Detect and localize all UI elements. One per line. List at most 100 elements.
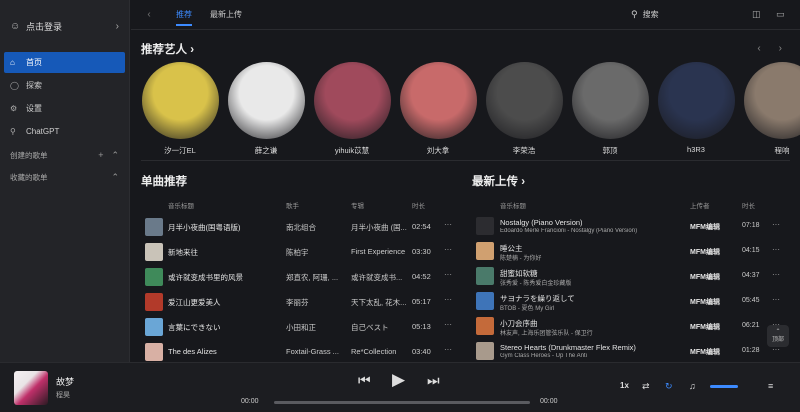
scroll-top-button[interactable]: ⌃ 顶部 xyxy=(767,325,789,347)
sidebar-item-home[interactable]: ⌂ 首页 xyxy=(4,52,125,73)
song-title: 言葉にできない xyxy=(168,323,221,332)
song-row[interactable]: The des Alizes Foxtail-Grass ... Re*Collec… xyxy=(141,343,461,362)
uploader[interactable]: MFM编辑 xyxy=(690,272,730,282)
next-icon[interactable]: › xyxy=(779,43,782,54)
artist-card[interactable]: 程响 xyxy=(743,62,800,156)
song-album[interactable]: 月半小夜曲 (国... xyxy=(351,222,411,233)
song-artist[interactable]: 郑直农, 阿珊, ... xyxy=(286,272,346,283)
sidebar-item-label: ChatGPT xyxy=(26,127,60,136)
created-playlists-section[interactable]: 创建的歌单 + ⌃ xyxy=(0,144,129,166)
volume-slider[interactable] xyxy=(710,385,738,388)
next-track-icon[interactable]: ⏭ xyxy=(427,372,440,389)
artists-title[interactable]: 推荐艺人 › xyxy=(141,41,194,57)
previous-icon[interactable]: ⏮ xyxy=(358,372,371,389)
upload-row[interactable]: 睡公主 陈楚楠 - 为你好 MFM编辑 04:15 ··· xyxy=(472,242,792,267)
uploader[interactable]: MFM编辑 xyxy=(690,347,730,357)
song-row[interactable]: 月半小夜曲(国粤语版) 南北组合 月半小夜曲 (国... 02:54 ··· xyxy=(141,218,461,243)
song-row[interactable]: 言葉にできない 小田和正 自己ベスト 05:13 ··· xyxy=(141,318,461,343)
chevron-up-icon[interactable]: ⌃ xyxy=(111,150,119,161)
song-duration: 05:17 xyxy=(412,297,431,306)
artist-name: 刘大拿 xyxy=(426,146,450,155)
col-header-album: 专辑 xyxy=(351,203,364,210)
tab-latest[interactable]: 最新上传 xyxy=(201,0,251,30)
artist-card[interactable]: 薛之谦 xyxy=(227,62,305,156)
artist-card[interactable]: 刘大拿 xyxy=(399,62,477,156)
prev-icon[interactable]: ‹ xyxy=(757,43,760,54)
uploader[interactable]: MFM编辑 xyxy=(690,297,730,307)
track-artist[interactable]: 程昊 xyxy=(56,390,70,400)
song-cover xyxy=(476,267,494,285)
add-icon[interactable]: + xyxy=(98,150,103,160)
song-cover xyxy=(145,243,163,261)
more-icon[interactable]: ··· xyxy=(444,320,452,329)
sidebar-item-settings[interactable]: ⚙ 设置 xyxy=(4,98,125,119)
saved-playlists-section[interactable]: 收藏的歌单 ⌃ xyxy=(0,166,129,188)
artist-card[interactable]: 汐一汀EL xyxy=(141,62,219,156)
song-artist[interactable]: 李丽芬 xyxy=(286,297,346,308)
progress-bar[interactable] xyxy=(274,401,530,404)
volume-icon[interactable]: ♫ xyxy=(689,381,696,391)
upload-row[interactable]: サヨナラを繰り返して BTOB - 夏色 My Girl MFM编辑 05:45 ··· xyxy=(472,292,792,317)
play-icon[interactable]: ▶ xyxy=(392,370,405,390)
artist-photo xyxy=(399,62,477,139)
song-row[interactable]: 或许就变成书里的风景 郑直农, 阿珊, ... 或许就变成书... 04:52 ··· xyxy=(141,268,461,293)
song-artist[interactable]: 陈柏宇 xyxy=(286,247,346,258)
song-cover xyxy=(145,318,163,336)
sidebar-item-chatgpt[interactable]: ⚲ ChatGPT xyxy=(4,121,125,142)
uploader[interactable]: MFM编辑 xyxy=(690,222,730,232)
sidebar-item-explore[interactable]: ◯ 探索 xyxy=(4,75,125,96)
song-album[interactable]: 自己ベスト xyxy=(351,322,411,333)
login-row[interactable]: ☺ 点击登录 › xyxy=(0,0,129,52)
song-title: The des Alizes xyxy=(168,347,217,356)
more-icon[interactable]: ··· xyxy=(444,345,452,354)
song-artist[interactable]: 小田和正 xyxy=(286,322,346,333)
more-icon[interactable]: ··· xyxy=(772,220,780,229)
upload-row[interactable]: Stereo Hearts (Drunkmaster Flex Remix) Gy… xyxy=(472,342,792,362)
song-artist[interactable]: Foxtail-Grass ... xyxy=(286,347,346,356)
artist-card[interactable]: 郭顶 xyxy=(571,62,649,156)
more-icon[interactable]: ··· xyxy=(444,270,452,279)
more-icon[interactable]: ··· xyxy=(772,245,780,254)
playlist-icon[interactable]: ≡ xyxy=(768,381,773,391)
more-icon[interactable]: ··· xyxy=(444,245,452,254)
upload-row[interactable]: 小刀会序曲林友声, 上海乐团管弦乐队 - 保卫行MFM编辑06:21··· xyxy=(472,317,792,342)
artist-card[interactable]: 李荣浩 xyxy=(485,62,563,156)
latest-title[interactable]: 最新上传 › xyxy=(472,173,525,189)
speed-button[interactable]: 1x xyxy=(620,381,629,390)
uploader[interactable]: MFM编辑 xyxy=(690,247,730,257)
song-row[interactable]: 新地来往 陈柏宇 First Experience 03:30 ··· xyxy=(141,243,461,268)
layout-icon[interactable]: ◫ xyxy=(752,9,761,20)
created-playlists-label: 创建的歌单 xyxy=(10,150,48,160)
artist-card[interactable]: h3R3 xyxy=(657,62,735,154)
upload-row[interactable]: 甜蜜如软糖 张秀爱 - 陈秀爱白金珍藏版 MFM编辑 04:37 ··· xyxy=(472,267,792,292)
more-icon[interactable]: ··· xyxy=(772,295,780,304)
song-subtitle: 林友声, 上海乐团管弦乐队 - 保卫行 xyxy=(500,331,593,337)
tab-recommend[interactable]: 推荐 xyxy=(167,0,201,30)
repeat-icon[interactable]: ↻ xyxy=(665,381,673,392)
artist-card[interactable]: yihuik苡慧 xyxy=(313,62,391,156)
song-artist[interactable]: 南北组合 xyxy=(286,222,346,233)
monitor-icon[interactable]: ▭ xyxy=(776,9,785,20)
album-cover[interactable] xyxy=(14,371,48,405)
search-icon: ⚲ xyxy=(631,9,638,19)
song-album[interactable]: First Experience xyxy=(351,247,411,256)
song-duration: 01:28 xyxy=(742,347,760,354)
song-row[interactable]: 爱江山更爱美人 李丽芬 天下太乱, 花木... 05:17 ··· xyxy=(141,293,461,318)
shuffle-icon[interactable]: ⇄ xyxy=(642,381,650,392)
more-icon[interactable]: ··· xyxy=(444,220,452,229)
artist-name: h3R3 xyxy=(687,145,705,154)
uploader[interactable]: MFM编辑 xyxy=(690,322,730,332)
song-album[interactable]: Re*Collection xyxy=(351,347,411,356)
upload-row[interactable]: Nostalgy (Piano Version) Edoardo Merle Fr… xyxy=(472,217,792,242)
chevron-up-icon[interactable]: ⌃ xyxy=(111,172,119,183)
artist-name: 郭顶 xyxy=(602,146,618,155)
more-icon[interactable]: ··· xyxy=(772,270,780,279)
back-icon[interactable]: ‹ xyxy=(131,9,167,20)
artist-carousel: 汐一汀EL 薛之谦 yihuik苡慧 刘大拿 李荣浩 郭顶 h3R3 程响 xyxy=(141,62,800,184)
more-icon[interactable]: ··· xyxy=(444,295,452,304)
search-box[interactable]: ⚲ 搜索 xyxy=(631,9,659,20)
artist-photo xyxy=(743,62,800,139)
song-album[interactable]: 天下太乱, 花木... xyxy=(351,297,411,308)
song-album[interactable]: 或许就变成书... xyxy=(351,272,411,283)
song-duration: 02:54 xyxy=(412,222,431,231)
